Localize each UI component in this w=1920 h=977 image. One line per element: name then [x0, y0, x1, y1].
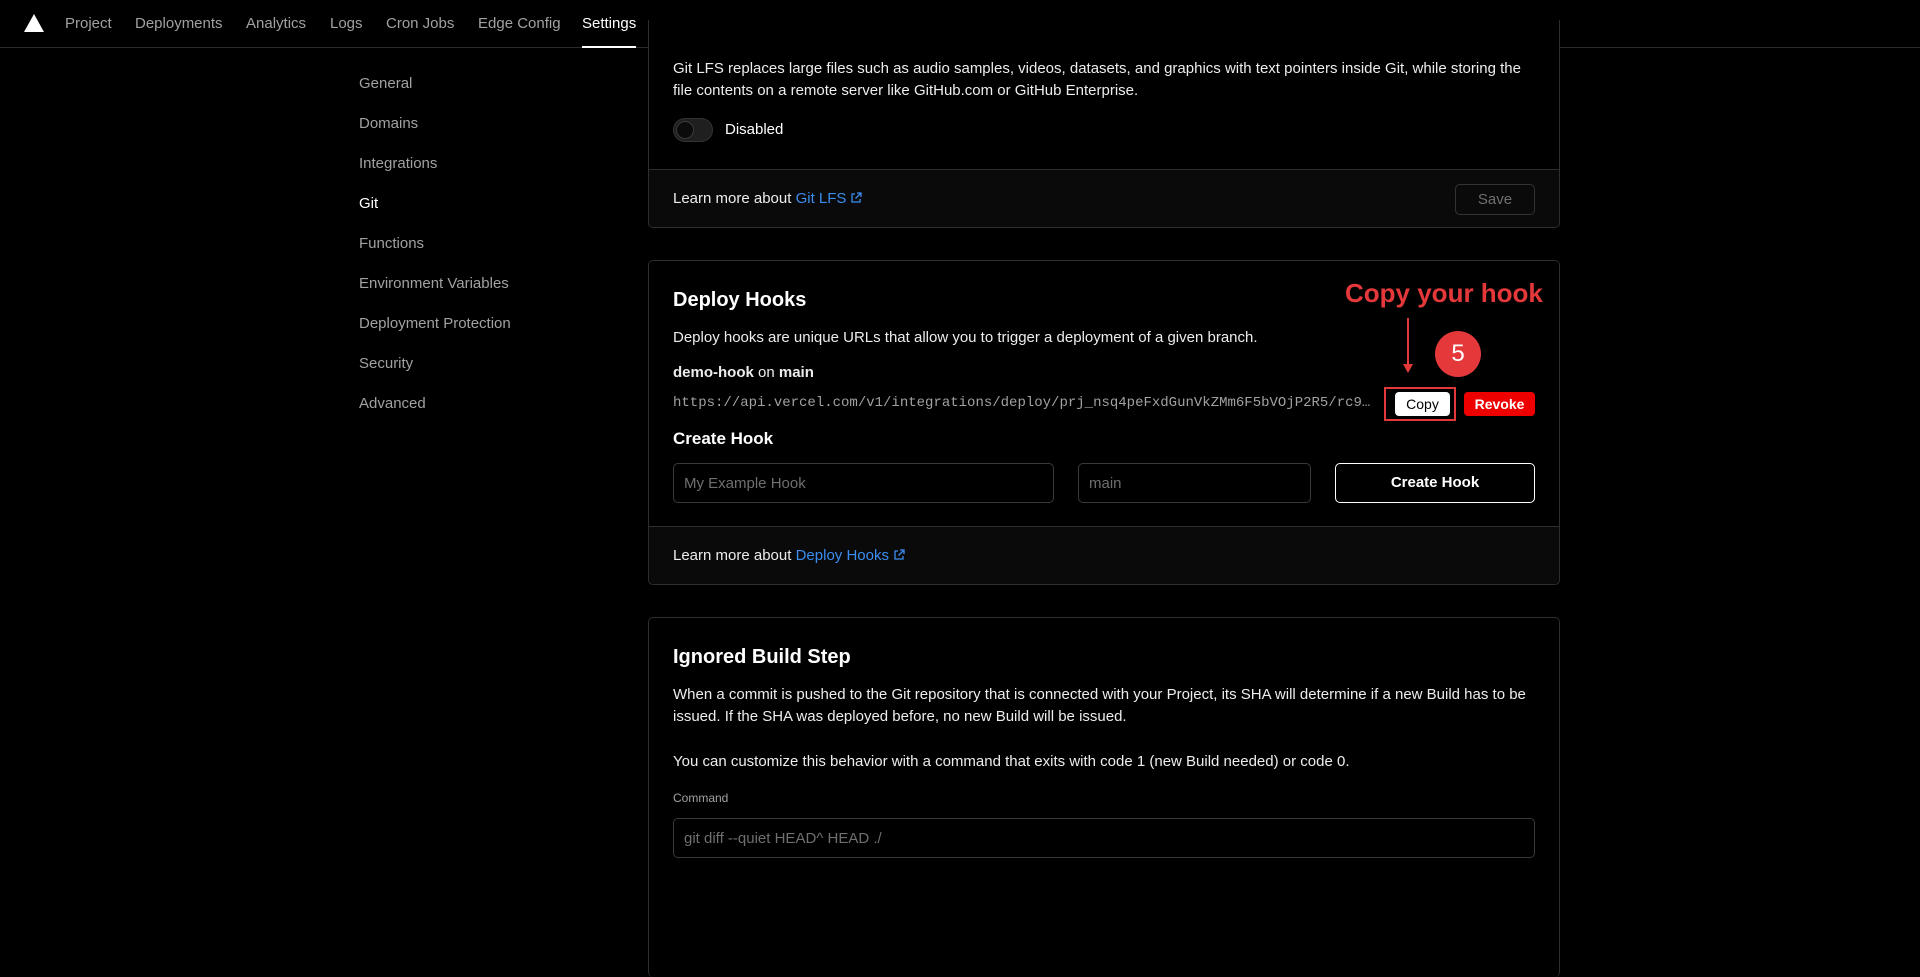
command-label: Command — [673, 791, 729, 805]
save-button[interactable]: Save — [1455, 184, 1535, 215]
hook-on: on — [758, 364, 775, 381]
hook-url: https://api.vercel.com/v1/integrations/d… — [673, 395, 1371, 411]
deploy-hooks-link[interactable]: Deploy Hooks — [796, 547, 905, 564]
hook-branch: main — [778, 364, 814, 381]
git-lfs-link-text[interactable]: Git LFS — [796, 190, 847, 207]
git-lfs-toggle-label: Disabled — [725, 121, 784, 138]
sidebar-item-git[interactable]: Git — [359, 195, 378, 212]
sidebar-item-functions[interactable]: Functions — [359, 235, 424, 252]
sidebar-item-domains[interactable]: Domains — [359, 115, 418, 132]
revoke-button[interactable]: Revoke — [1464, 392, 1535, 416]
sidebar-item-deployment-protection[interactable]: Deployment Protection — [359, 315, 511, 332]
external-link-icon — [851, 192, 863, 203]
hook-branch-input[interactable] — [1078, 463, 1311, 503]
ignored-build-description: When a commit is pushed to the Git repos… — [673, 686, 1526, 725]
annotation-arrow-icon — [1403, 318, 1413, 373]
command-input[interactable] — [673, 818, 1535, 858]
tab-project[interactable]: Project — [65, 0, 112, 47]
ignored-build-custom-text: You can customize this behavior with a c… — [673, 753, 1350, 770]
ignored-build-title: Ignored Build Step — [673, 646, 851, 668]
external-link-icon — [894, 549, 905, 560]
git-lfs-description: Git LFS replaces large files such as aud… — [673, 60, 1521, 99]
deploy-hooks-link-text[interactable]: Deploy Hooks — [796, 547, 889, 564]
tab-settings[interactable]: Settings — [582, 0, 637, 48]
tab-cron-jobs[interactable]: Cron Jobs — [386, 0, 454, 47]
tab-logs[interactable]: Logs — [330, 0, 363, 47]
tab-edge-config[interactable]: Edge Config — [478, 0, 561, 47]
annotation-label: Copy your hook — [1345, 278, 1543, 308]
learn-more-prefix: Learn more about — [673, 547, 792, 564]
git-lfs-link[interactable]: Git LFS — [796, 190, 863, 207]
step-badge: 5 — [1435, 331, 1481, 377]
tab-deployments[interactable]: Deployments — [135, 0, 223, 47]
learn-more-prefix: Learn more about — [673, 190, 792, 207]
toggle-knob — [676, 121, 694, 139]
ignored-build-card — [648, 617, 1560, 977]
hook-name: demo-hook — [673, 364, 754, 381]
deploy-hooks-title: Deploy Hooks — [673, 289, 807, 311]
git-lfs-learn-more: Learn more about Git LFS — [673, 188, 863, 210]
sidebar-item-advanced[interactable]: Advanced — [359, 395, 426, 412]
git-lfs-toggle[interactable] — [673, 118, 713, 142]
hook-name-line: demo-hook on main — [673, 362, 814, 384]
create-hook-title: Create Hook — [673, 429, 774, 448]
tab-analytics[interactable]: Analytics — [246, 0, 306, 47]
sidebar-item-general[interactable]: General — [359, 75, 412, 92]
sidebar-item-integrations[interactable]: Integrations — [359, 155, 437, 172]
deploy-hooks-description: Deploy hooks are unique URLs that allow … — [673, 329, 1258, 346]
vercel-logo-icon[interactable] — [24, 14, 44, 32]
copy-button[interactable]: Copy — [1395, 392, 1450, 416]
create-hook-button[interactable]: Create Hook — [1335, 463, 1535, 503]
sidebar-item-environment-variables[interactable]: Environment Variables — [359, 275, 509, 292]
deploy-hooks-learn-more: Learn more about Deploy Hooks — [673, 545, 905, 567]
hook-name-input[interactable] — [673, 463, 1054, 503]
sidebar-item-security[interactable]: Security — [359, 355, 413, 372]
